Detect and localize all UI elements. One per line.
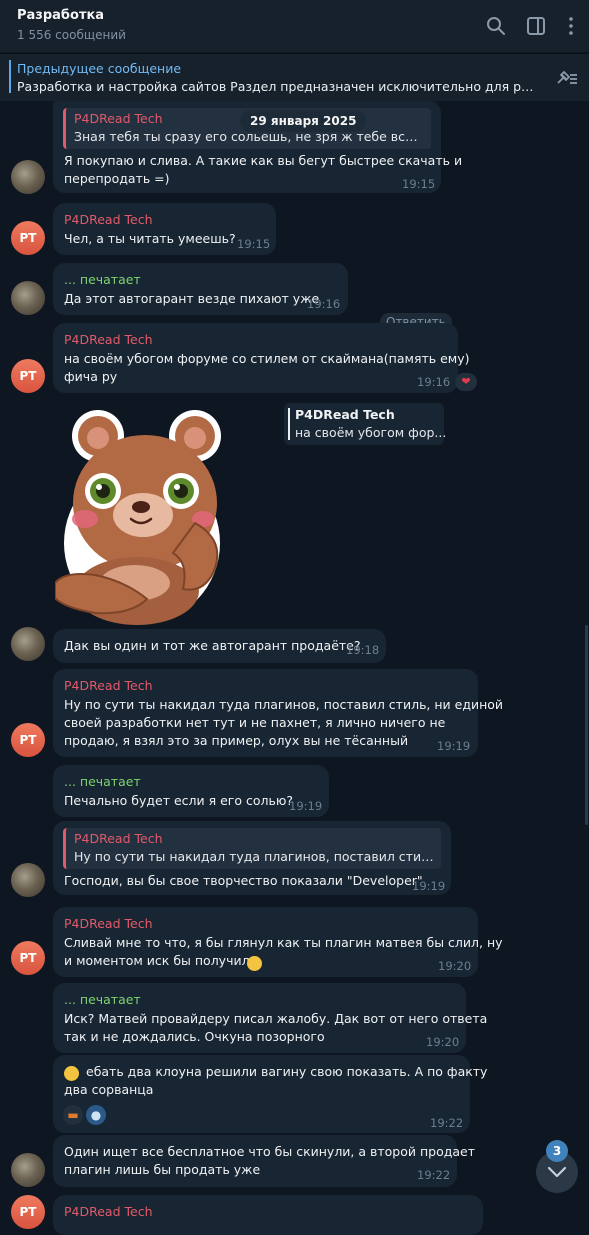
hotdog-reaction-icon[interactable]: ▬ bbox=[63, 1105, 83, 1125]
message-bubble[interactable]: P4DRead Tech Ну по сути ты накидал туда … bbox=[53, 821, 451, 895]
message-text-line: на своём убогом форуме со стилем от скай… bbox=[64, 351, 470, 366]
sender-name[interactable]: P4DRead Tech bbox=[64, 1204, 153, 1219]
message-text-line: Дак вы один и тот же автогарант продаёте… bbox=[64, 638, 361, 653]
message-time: 19:22 bbox=[430, 1116, 464, 1130]
message-text-line: Печально будет если я его солью? bbox=[64, 793, 294, 808]
message-text-line: продаю, я взял это за пример, олух вы не… bbox=[64, 733, 409, 748]
avatar[interactable]: PT bbox=[11, 723, 45, 757]
message-text-line: плагин лишь бы продать уже bbox=[64, 1162, 261, 1177]
quote-sender: P4DRead Tech bbox=[295, 407, 395, 422]
sender-name[interactable]: P4DRead Tech bbox=[64, 678, 153, 693]
avatar[interactable]: PT bbox=[11, 359, 45, 393]
message-bubble[interactable]: P4DRead Tech bbox=[53, 1195, 483, 1235]
quote-text: Ну по сути ты накидал туда плагинов, пос… bbox=[74, 849, 434, 864]
avatar[interactable] bbox=[11, 627, 45, 661]
message-bubble[interactable]: P4DRead Tech Сливай мне то что, я бы гля… bbox=[53, 907, 503, 977]
message-time: 19:19 bbox=[437, 739, 471, 753]
message-text-line: Чел, а ты читать умеешь? bbox=[64, 231, 236, 246]
pinned-title: Предыдущее сообщение bbox=[17, 61, 182, 76]
more-vertical-icon[interactable] bbox=[560, 15, 582, 37]
pinned-text: Разработка и настройка сайтов Раздел пре… bbox=[17, 79, 537, 94]
heart-reaction[interactable]: ❤ bbox=[455, 373, 477, 391]
avatar[interactable] bbox=[11, 1153, 45, 1187]
message-text-line: так и не дождались. Очкуна позорного bbox=[64, 1029, 325, 1044]
pinned-accent-bar bbox=[9, 60, 11, 93]
member-count: 1 556 сообщений bbox=[17, 28, 126, 42]
quote-sender: P4DRead Tech bbox=[74, 111, 163, 126]
message-text-line: Да этот автогарант везде пихают уже bbox=[64, 291, 320, 306]
sender-name[interactable]: P4DRead Tech bbox=[64, 916, 153, 931]
typing-indicator: ... печатает bbox=[64, 774, 141, 789]
message-time: 19:18 bbox=[346, 643, 380, 657]
message-text-line: перепродать =) bbox=[64, 171, 170, 186]
message-bubble[interactable]: ебать два клоуна решили вагину свою пока… bbox=[53, 1055, 487, 1133]
search-icon[interactable] bbox=[485, 15, 507, 37]
sidebar-toggle-icon[interactable] bbox=[525, 15, 547, 37]
message-text-line: Один ищет все бесплатное что бы скинули,… bbox=[64, 1144, 476, 1159]
message-text-line: Ну по сути ты накидал туда плагинов, пос… bbox=[64, 697, 504, 712]
reply-quote[interactable]: P4DRead Tech Ну по сути ты накидал туда … bbox=[63, 828, 441, 869]
avatar[interactable]: PT bbox=[11, 941, 45, 975]
avatar[interactable]: PT bbox=[11, 221, 45, 255]
avatar[interactable] bbox=[11, 281, 45, 315]
avatar[interactable] bbox=[11, 863, 45, 897]
quote-text: на своём убогом фор... bbox=[295, 425, 447, 440]
bear-sticker[interactable] bbox=[55, 403, 230, 625]
message-time: 19:22 bbox=[417, 1168, 451, 1182]
chat-header: Разработка 1 556 сообщений bbox=[0, 0, 589, 52]
chat-title[interactable]: Разработка bbox=[17, 8, 104, 23]
message-bubble[interactable]: P4DRead Tech на своём убогом форуме со с… bbox=[53, 323, 469, 393]
message-bubble[interactable]: Один ищет все бесплатное что бы скинули,… bbox=[53, 1135, 475, 1187]
message-bubble[interactable]: P4DRead Tech Ну по сути ты накидал туда … bbox=[53, 669, 503, 757]
avatar[interactable]: PT bbox=[11, 1195, 45, 1229]
message-time: 19:19 bbox=[412, 879, 446, 893]
quote-sender: P4DRead Tech bbox=[74, 831, 163, 846]
laughing-emoji-icon bbox=[64, 1066, 79, 1081]
avatar[interactable] bbox=[11, 160, 45, 194]
sender-name[interactable]: P4DRead Tech bbox=[64, 332, 153, 347]
message-bubble[interactable]: P4DRead Tech Чел, а ты читать умеешь? 19… bbox=[53, 203, 276, 255]
message-time: 19:15 bbox=[402, 177, 436, 191]
message-text-line: ебать два клоуна решили вагину свою пока… bbox=[86, 1064, 488, 1079]
message-time: 19:20 bbox=[438, 959, 472, 973]
typing-indicator: ... печатает bbox=[64, 992, 141, 1007]
message-text-line: Господи, вы бы свое творчество показали … bbox=[64, 873, 423, 888]
message-time: 19:20 bbox=[426, 1035, 460, 1049]
message-bubble[interactable]: Дак вы один и тот же автогарант продаёте… bbox=[53, 629, 386, 663]
scrollbar[interactable] bbox=[585, 625, 588, 825]
message-text-line: два сорванца bbox=[64, 1082, 154, 1097]
chevron-down-icon bbox=[547, 1166, 567, 1178]
message-text-line: фича ру bbox=[64, 369, 118, 384]
typing-indicator: ... печатает bbox=[64, 272, 141, 287]
sender-name[interactable]: P4DRead Tech bbox=[64, 212, 153, 227]
message-text-line: Сливай мне то что, я бы глянул как ты пл… bbox=[64, 935, 503, 950]
sticker-reply-quote[interactable]: P4DRead Tech на своём убогом фор... bbox=[284, 403, 447, 445]
date-separator: 29 января 2025 bbox=[240, 110, 367, 132]
message-text-line: Я покупаю и слива. А такие как вы бегут … bbox=[64, 153, 463, 168]
message-time: 19:16 bbox=[417, 375, 451, 389]
avatar-reaction-icon[interactable]: ● bbox=[86, 1105, 106, 1125]
message-time: 19:15 bbox=[237, 237, 271, 251]
quote-accent-bar bbox=[288, 408, 290, 440]
unpin-list-icon[interactable] bbox=[555, 68, 579, 88]
unread-count-badge: 3 bbox=[546, 1140, 568, 1162]
message-bubble[interactable]: ... печатает Да этот автогарант везде пи… bbox=[53, 263, 348, 315]
pinned-message-bar[interactable]: Предыдущее сообщение Разработка и настро… bbox=[0, 53, 589, 101]
message-text-line: Иск? Матвей провайдеру писал жалобу. Дак… bbox=[64, 1011, 488, 1026]
message-time: 19:16 bbox=[307, 297, 341, 311]
message-time: 19:19 bbox=[289, 799, 323, 813]
message-text-line: своей разработки нет тут и не пахнет, я … bbox=[64, 715, 446, 730]
message-bubble[interactable]: ... печатает Иск? Матвей провайдеру писа… bbox=[53, 983, 487, 1053]
message-list[interactable]: P4DRead Tech Зная тебя ты сразу его соль… bbox=[0, 101, 589, 1235]
message-text-line: и моментом иск бы получил bbox=[64, 953, 250, 968]
message-bubble[interactable]: ... печатает Печально будет если я его с… bbox=[53, 765, 329, 817]
grimace-emoji-icon bbox=[247, 956, 262, 971]
